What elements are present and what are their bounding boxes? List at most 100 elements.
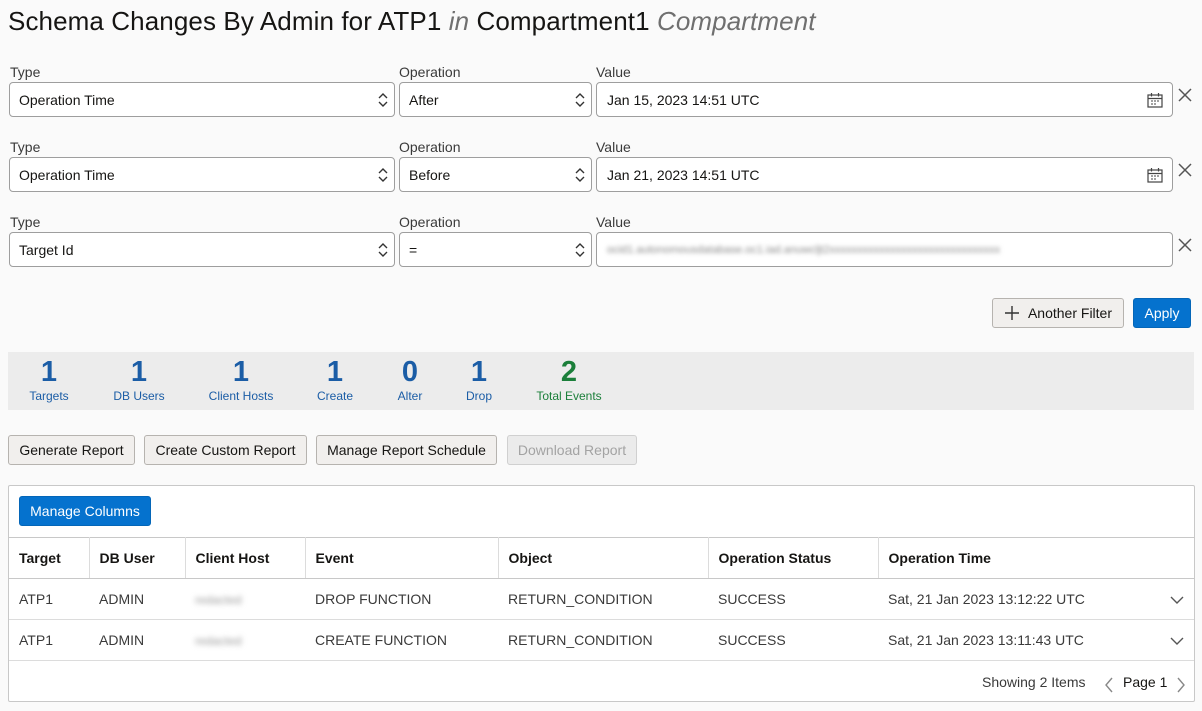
download-report-button: Download Report <box>507 435 637 465</box>
type-label: Type <box>10 214 41 230</box>
stat-value: 1 <box>326 356 344 388</box>
apply-label: Apply <box>1144 305 1180 321</box>
title-suffix: Compartment <box>656 6 816 36</box>
stat-db-users[interactable]: 1 DB Users <box>104 355 174 403</box>
column-header-db-user[interactable]: DB User <box>89 537 186 579</box>
chevron-right-icon[interactable] <box>1176 677 1186 693</box>
operation-select[interactable]: Before <box>399 157 592 192</box>
operation-select-value: = <box>409 241 418 258</box>
stat-total-events[interactable]: 2 Total Events <box>526 355 612 403</box>
value-label: Value <box>596 214 631 230</box>
operation-select[interactable]: After <box>399 82 592 117</box>
filter-row-2: Type Operation Value Operation Time Befo… <box>0 139 1202 209</box>
chevron-down-icon[interactable] <box>1170 595 1184 605</box>
select-arrows-icon <box>575 168 585 182</box>
operation-time-value: Sat, 21 Jan 2023 13:12:22 UTC <box>888 591 1085 607</box>
column-header-operation-status[interactable]: Operation Status <box>708 537 879 579</box>
calendar-icon[interactable] <box>1147 92 1163 108</box>
generate-report-button[interactable]: Generate Report <box>8 435 135 465</box>
chevron-left-icon[interactable] <box>1104 677 1114 693</box>
type-label: Type <box>10 64 41 80</box>
type-select[interactable]: Operation Time <box>9 157 395 192</box>
value-target-id-input[interactable]: ocid1.autonomousdatabase.oc1.iad.anuwclj… <box>596 232 1173 267</box>
page-indicator: Page 1 <box>1123 674 1168 690</box>
select-arrows-icon <box>378 93 388 107</box>
column-header-event[interactable]: Event <box>305 537 499 579</box>
cell-target: ATP1 <box>9 578 89 620</box>
filter-row-1: Type Operation Value Operation Time Afte… <box>0 64 1202 134</box>
create-custom-report-button[interactable]: Create Custom Report <box>144 435 307 465</box>
value-date-input[interactable]: Jan 15, 2023 14:51 UTC <box>596 82 1173 117</box>
download-report-label: Download Report <box>517 442 627 458</box>
manage-report-schedule-button[interactable]: Manage Report Schedule <box>316 435 497 465</box>
manage-columns-button[interactable]: Manage Columns <box>19 496 151 526</box>
operation-label: Operation <box>399 64 461 80</box>
stat-value: 1 <box>470 356 488 388</box>
type-select[interactable]: Target Id <box>9 232 395 267</box>
type-select[interactable]: Operation Time <box>9 82 395 117</box>
cell-operation-time: Sat, 21 Jan 2023 13:12:22 UTC <box>878 578 1194 620</box>
stat-value: 1 <box>40 356 58 388</box>
stat-alter[interactable]: 0 Alter <box>390 355 430 403</box>
select-arrows-icon <box>378 168 388 182</box>
page-title: Schema Changes By Admin for ATP1 in Comp… <box>8 6 816 37</box>
column-header-target[interactable]: Target <box>9 537 90 579</box>
column-header-client-host[interactable]: Client Host <box>185 537 306 579</box>
cell-db-user: ADMIN <box>89 619 185 661</box>
stat-value: 1 <box>232 356 250 388</box>
select-arrows-icon <box>378 243 388 257</box>
another-filter-button[interactable]: Another Filter <box>992 298 1124 328</box>
cell-object: RETURN_CONDITION <box>498 578 708 620</box>
plus-icon <box>1004 306 1019 320</box>
chevron-down-icon[interactable] <box>1170 636 1184 646</box>
stat-label: Targets <box>29 389 69 403</box>
cell-target: ATP1 <box>9 619 89 661</box>
table-header-row: Target DB User Client Host Event Object … <box>9 537 1194 579</box>
target-id-value: ocid1.autonomousdatabase.oc1.iad.anuwclj… <box>607 243 1001 256</box>
stat-client-hosts[interactable]: 1 Client Hosts <box>201 355 281 403</box>
summary-stats-bar: 1 Targets 1 DB Users 1 Client Hosts 1 Cr… <box>8 352 1194 410</box>
value-label: Value <box>596 64 631 80</box>
table-row[interactable]: ATP1 ADMIN redacted CREATE FUNCTION RETU… <box>9 619 1194 661</box>
stat-create[interactable]: 1 Create <box>310 355 360 403</box>
stat-value: 2 <box>560 356 578 388</box>
remove-filter-icon[interactable] <box>1178 163 1192 177</box>
results-panel: Manage Columns Target DB User Client Hos… <box>8 485 1195 702</box>
select-arrows-icon <box>575 243 585 257</box>
cell-object: RETURN_CONDITION <box>498 619 708 661</box>
title-in: in <box>448 6 470 36</box>
stat-label: Create <box>316 389 354 403</box>
select-arrows-icon <box>575 93 585 107</box>
remove-filter-icon[interactable] <box>1178 88 1192 102</box>
value-date-input[interactable]: Jan 21, 2023 14:51 UTC <box>596 157 1173 192</box>
cell-client-host: redacted <box>185 619 305 661</box>
client-host-value: redacted <box>195 593 242 607</box>
stat-label: Client Hosts <box>208 389 274 403</box>
manage-report-schedule-label: Manage Report Schedule <box>327 442 486 458</box>
generate-report-label: Generate Report <box>19 442 124 458</box>
stat-label: Total Events <box>536 389 602 403</box>
cell-db-user: ADMIN <box>89 578 185 620</box>
client-host-value: redacted <box>195 634 242 648</box>
operation-label: Operation <box>399 139 461 155</box>
table-row[interactable]: ATP1 ADMIN redacted DROP FUNCTION RETURN… <box>9 578 1194 620</box>
another-filter-label: Another Filter <box>1027 305 1113 321</box>
calendar-icon[interactable] <box>1147 167 1163 183</box>
value-date-text: Jan 15, 2023 14:51 UTC <box>607 91 760 108</box>
apply-button[interactable]: Apply <box>1133 298 1191 328</box>
operation-label: Operation <box>399 214 461 230</box>
cell-status: SUCCESS <box>708 578 878 620</box>
operation-select-value: Before <box>409 166 451 183</box>
stat-drop[interactable]: 1 Drop <box>459 355 499 403</box>
column-header-operation-time[interactable]: Operation Time <box>878 537 1194 579</box>
stat-targets[interactable]: 1 Targets <box>19 355 79 403</box>
create-custom-report-label: Create Custom Report <box>155 442 296 458</box>
remove-filter-icon[interactable] <box>1178 238 1192 252</box>
operation-select[interactable]: = <box>399 232 592 267</box>
title-main: Schema Changes By Admin for ATP1 <box>8 6 442 36</box>
column-header-object[interactable]: Object <box>498 537 709 579</box>
type-select-value: Operation Time <box>19 166 115 183</box>
operation-select-value: After <box>409 91 439 108</box>
cell-client-host: redacted <box>185 578 305 620</box>
cell-operation-time: Sat, 21 Jan 2023 13:11:43 UTC <box>878 619 1194 661</box>
